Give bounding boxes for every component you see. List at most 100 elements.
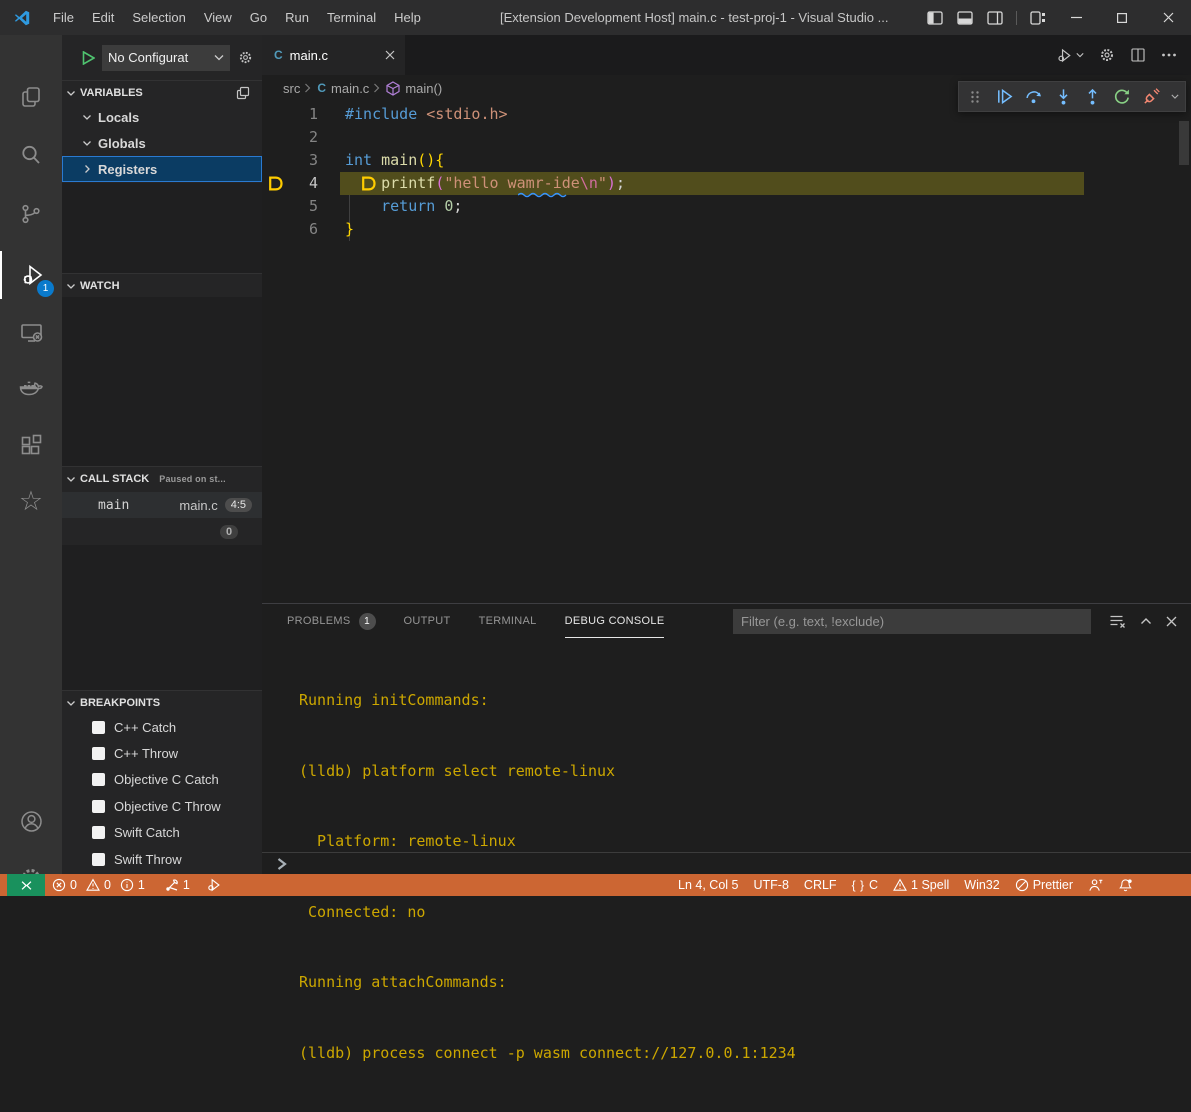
encoding-status[interactable]: UTF-8 [754, 878, 789, 892]
copy-value-icon[interactable] [236, 86, 250, 100]
code-line-3[interactable]: 3 int main(){ [262, 149, 1191, 172]
breakpoint-checkbox[interactable] [92, 826, 105, 839]
formatter-status[interactable]: Prettier [1015, 878, 1073, 892]
extensions-icon[interactable] [0, 421, 62, 469]
minimize-button[interactable] [1053, 0, 1099, 35]
tools-status[interactable]: 1 [165, 878, 190, 892]
close-tab-icon[interactable] [385, 50, 395, 60]
chevron-down-icon[interactable] [1171, 93, 1179, 100]
code-line-4-current[interactable]: 4 printf("hello wamr-ide\n"); [262, 172, 1191, 195]
breakpoint-checkbox[interactable] [92, 747, 105, 760]
problems-status[interactable]: 0 0 1 [52, 878, 145, 892]
debug-run-icon [1056, 47, 1073, 64]
accounts-icon[interactable] [0, 797, 62, 845]
close-panel-icon[interactable] [1166, 616, 1177, 627]
close-window-button[interactable] [1145, 0, 1191, 35]
tab-main-c[interactable]: C main.c [262, 35, 405, 75]
variables-section-header[interactable]: VARIABLES [62, 80, 262, 105]
toggle-sidebar-icon[interactable] [920, 0, 950, 35]
more-actions-icon[interactable] [1161, 47, 1177, 63]
stack-frame-row[interactable]: main main.c 4:5 [62, 492, 262, 518]
breakpoint-item[interactable]: C++ Throw [62, 740, 262, 766]
variables-scope-registers[interactable]: Registers [62, 156, 262, 182]
source-control-icon[interactable] [0, 190, 62, 238]
remote-explorer-icon[interactable] [0, 308, 62, 356]
scope-label: Registers [98, 162, 157, 177]
menu-edit[interactable]: Edit [83, 10, 123, 25]
maximize-button[interactable] [1099, 0, 1145, 35]
restart-button[interactable] [1112, 86, 1131, 108]
breadcrumb-symbol[interactable]: main() [405, 81, 442, 96]
breakpoint-item[interactable]: C++ Catch [62, 714, 262, 740]
spell-checker-status[interactable]: 1 Spell [893, 878, 949, 892]
step-into-button[interactable] [1053, 86, 1072, 108]
menu-file[interactable]: File [44, 10, 83, 25]
breakpoint-checkbox[interactable] [92, 853, 105, 866]
code-area[interactable]: 1 #include <stdio.h> 2 3 int main(){ 4 [262, 103, 1191, 241]
tab-output[interactable]: OUTPUT [404, 604, 451, 638]
tab-problems[interactable]: PROBLEMS 1 [287, 604, 376, 638]
editor-settings-gear-icon[interactable] [1099, 47, 1115, 63]
step-over-button[interactable] [1024, 86, 1043, 108]
language-mode[interactable]: { } C [852, 878, 878, 892]
step-out-button[interactable] [1083, 86, 1102, 108]
breakpoint-item[interactable]: Objective C Throw [62, 793, 262, 819]
menu-go[interactable]: Go [241, 10, 276, 25]
breakpoint-item[interactable]: Objective C Catch [62, 767, 262, 793]
cursor-position[interactable]: Ln 4, Col 5 [678, 878, 738, 892]
breakpoint-checkbox[interactable] [92, 721, 105, 734]
continue-button[interactable] [994, 86, 1013, 108]
toggle-secondary-sidebar-icon[interactable] [980, 0, 1010, 35]
menu-help[interactable]: Help [385, 10, 430, 25]
run-or-debug-button[interactable] [1056, 47, 1084, 64]
debug-status[interactable] [206, 877, 222, 893]
search-icon[interactable] [0, 131, 62, 179]
thread-row[interactable]: 0 [62, 519, 262, 545]
split-editor-icon[interactable] [1130, 47, 1146, 63]
customize-layout-icon[interactable] [1023, 0, 1053, 35]
breadcrumb-file[interactable]: main.c [331, 81, 369, 96]
remote-indicator[interactable] [7, 874, 45, 896]
breakpoint-item[interactable]: Swift Catch [62, 820, 262, 846]
notifications-bell[interactable] [1118, 878, 1133, 893]
breakpoint-item[interactable]: Swift Throw [62, 846, 262, 872]
feedback-smiley[interactable] [1088, 878, 1103, 892]
variables-scope-locals[interactable]: Locals [62, 104, 262, 130]
code-line-2[interactable]: 2 [262, 126, 1191, 149]
clear-console-icon[interactable] [1109, 614, 1126, 629]
breakpoint-checkbox[interactable] [92, 800, 105, 813]
breadcrumb-src[interactable]: src [283, 81, 300, 96]
variables-scope-globals[interactable]: Globals [62, 130, 262, 156]
breakpoint-checkbox[interactable] [92, 773, 105, 786]
code-line-6[interactable]: 6 } [262, 218, 1191, 241]
tab-debug-console[interactable]: DEBUG CONSOLE [565, 604, 665, 638]
platform-status[interactable]: Win32 [964, 878, 999, 892]
breakpoints-section-header[interactable]: BREAKPOINTS [62, 690, 262, 715]
run-and-debug-icon[interactable]: 1 [0, 251, 64, 299]
console-line: Connected: no [299, 901, 796, 925]
toggle-panel-icon[interactable] [950, 0, 980, 35]
line-number: 2 [262, 126, 318, 149]
docker-icon[interactable] [0, 364, 62, 412]
menu-run[interactable]: Run [276, 10, 318, 25]
explorer-icon[interactable] [0, 73, 62, 121]
debug-stackframe-gutter-icon[interactable] [267, 175, 284, 192]
eol-status[interactable]: CRLF [804, 878, 837, 892]
debug-settings-gear-icon[interactable] [238, 50, 253, 65]
star-icon[interactable]: ☆ [0, 477, 62, 525]
menu-view[interactable]: View [195, 10, 241, 25]
editor-scrollbar[interactable] [1179, 121, 1189, 165]
maximize-panel-chevron-icon[interactable] [1140, 617, 1152, 625]
code-line-5[interactable]: 5 return 0; [262, 195, 1191, 218]
console-input-prompt[interactable] [276, 857, 288, 871]
disconnect-button[interactable] [1142, 86, 1161, 108]
watch-section-header[interactable]: WATCH [62, 273, 262, 298]
menu-terminal[interactable]: Terminal [318, 10, 385, 25]
menu-selection[interactable]: Selection [123, 10, 194, 25]
tab-terminal[interactable]: TERMINAL [479, 604, 537, 638]
call-stack-section-header[interactable]: CALL STACK Paused on st... [62, 466, 262, 491]
toolbar-drag-grip[interactable] [965, 86, 984, 108]
debug-configuration-dropdown[interactable]: No Configurat [102, 45, 230, 71]
start-debug-icon[interactable] [82, 51, 95, 65]
console-filter-input[interactable] [733, 609, 1091, 634]
